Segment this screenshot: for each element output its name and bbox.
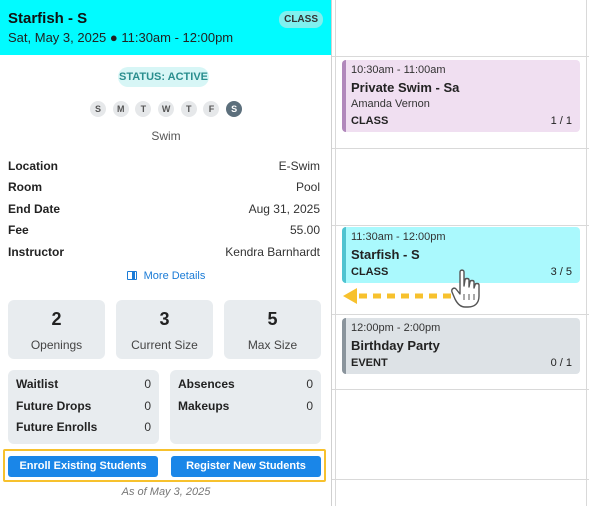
box-label: Future Enrolls: [16, 420, 98, 434]
stat-value: 2: [51, 309, 62, 329]
box-label: Waitlist: [16, 377, 59, 391]
box-value: 0: [144, 420, 151, 434]
class-datetime: Sat, May 3, 2025 ● 11:30am - 12:00pm: [8, 30, 234, 45]
event-instructor: Amanda Vernon: [351, 98, 430, 110]
event-time: 11:30am - 12:00pm: [351, 231, 446, 243]
weekday-indicators: S M T W T F S: [90, 101, 249, 117]
event-count: 0 / 1: [550, 357, 572, 369]
detail-label: Room: [8, 180, 42, 195]
box-row: Absences 0: [178, 377, 313, 399]
attendance-box: Absences 0 Makeups 0: [170, 370, 321, 444]
event-count: 1 / 1: [550, 115, 572, 127]
panel-header: Starfish - S Sat, May 3, 2025 ● 11:30am …: [0, 0, 331, 55]
detail-label: Instructor: [8, 244, 65, 259]
detail-label: End Date: [8, 201, 61, 216]
openings-card: 2 Openings: [8, 300, 105, 359]
dashed-arrow-left-icon: [343, 288, 451, 304]
panel-icon: [126, 271, 137, 280]
day-friday: F: [203, 101, 220, 117]
day-monday: M: [112, 101, 129, 117]
event-title: Starfish - S: [351, 247, 420, 262]
stat-value: 5: [267, 309, 278, 329]
calendar-hour-line: [332, 314, 589, 315]
day-sunday: S: [90, 101, 106, 117]
box-row: Future Enrolls 0: [16, 420, 151, 442]
detail-row: Room Pool: [8, 177, 320, 199]
event-time: 12:00pm - 2:00pm: [351, 322, 441, 334]
box-value: 0: [144, 398, 151, 413]
activity-name: Swim: [151, 129, 181, 143]
stat-label: Current Size: [131, 338, 198, 352]
class-title: Starfish - S: [8, 10, 88, 27]
enroll-existing-students-button[interactable]: Enroll Existing Students: [8, 456, 158, 477]
box-value: 0: [306, 398, 313, 413]
more-details-label: More Details: [143, 270, 206, 282]
current-size-card: 3 Current Size: [116, 300, 213, 359]
status-badge: STATUS: ACTIVE: [118, 67, 209, 87]
calendar-hour-line: [332, 148, 589, 149]
class-detail-panel: Starfish - S Sat, May 3, 2025 ● 11:30am …: [0, 0, 332, 506]
box-value: 0: [144, 377, 151, 391]
event-birthday-party[interactable]: 12:00pm - 2:00pm Birthday Party EVENT 0 …: [342, 318, 580, 374]
as-of-date: As of May 3, 2025: [121, 486, 211, 498]
detail-row: Instructor Kendra Barnhardt: [8, 241, 320, 263]
day-wednesday: W: [158, 101, 175, 117]
detail-row: Fee 55.00: [8, 220, 320, 242]
event-color-bar: [342, 227, 346, 283]
event-private-swim[interactable]: 10:30am - 11:00am Private Swim - Sa Aman…: [342, 60, 580, 132]
calendar-hour-line: [332, 389, 589, 390]
calendar-divider: [586, 0, 587, 506]
box-label: Makeups: [178, 398, 230, 413]
event-color-bar: [342, 318, 346, 374]
calendar-hour-line: [332, 225, 589, 226]
event-title: Private Swim - Sa: [351, 80, 460, 95]
stat-label: Openings: [30, 338, 83, 352]
detail-label: Fee: [8, 223, 29, 238]
event-time: 10:30am - 11:00am: [351, 64, 446, 76]
day-saturday: S: [226, 101, 243, 117]
max-size-card: 5 Max Size: [224, 300, 321, 359]
box-row: Future Drops 0: [16, 399, 151, 421]
calendar-divider: [335, 0, 336, 506]
box-label: Absences: [178, 377, 235, 391]
calendar-grid: 10:30am - 11:00am Private Swim - Sa Aman…: [332, 0, 589, 506]
day-tuesday: T: [135, 101, 152, 117]
day-thursday: T: [180, 101, 197, 117]
event-color-bar: [342, 60, 346, 132]
type-badge: CLASS: [279, 11, 323, 28]
detail-value: E-Swim: [278, 158, 320, 173]
register-new-students-button[interactable]: Register New Students: [171, 456, 321, 477]
detail-value: Pool: [295, 180, 320, 195]
detail-value: Kendra Barnhardt: [225, 244, 320, 259]
detail-value: Aug 31, 2025: [248, 201, 320, 216]
box-value: 0: [306, 377, 313, 391]
detail-row: Location E-Swim: [8, 155, 320, 177]
detail-row: End Date Aug 31, 2025: [8, 198, 320, 220]
detail-label: Location: [8, 158, 58, 173]
event-type: CLASS: [351, 266, 389, 278]
detail-list: Location E-Swim Room Pool End Date Aug 3…: [8, 155, 320, 263]
event-title: Birthday Party: [351, 338, 440, 353]
box-row: Makeups 0: [178, 399, 313, 421]
stat-value: 3: [159, 309, 170, 329]
more-details-link[interactable]: More Details: [0, 270, 332, 282]
detail-value: 55.00: [289, 223, 320, 238]
enrollment-changes-box: Waitlist 0 Future Drops 0 Future Enrolls…: [8, 370, 159, 444]
action-buttons-highlight: Enroll Existing Students Register New St…: [3, 449, 326, 482]
box-row: Waitlist 0: [16, 377, 151, 399]
calendar-hour-line: [332, 56, 589, 57]
stat-label: Max Size: [247, 338, 298, 352]
event-type: CLASS: [351, 115, 389, 127]
box-label: Future Drops: [16, 398, 92, 413]
event-count: 3 / 5: [550, 266, 572, 278]
calendar-hour-line: [332, 479, 589, 480]
event-type: EVENT: [351, 357, 388, 369]
hand-pointer-icon: [451, 269, 480, 308]
